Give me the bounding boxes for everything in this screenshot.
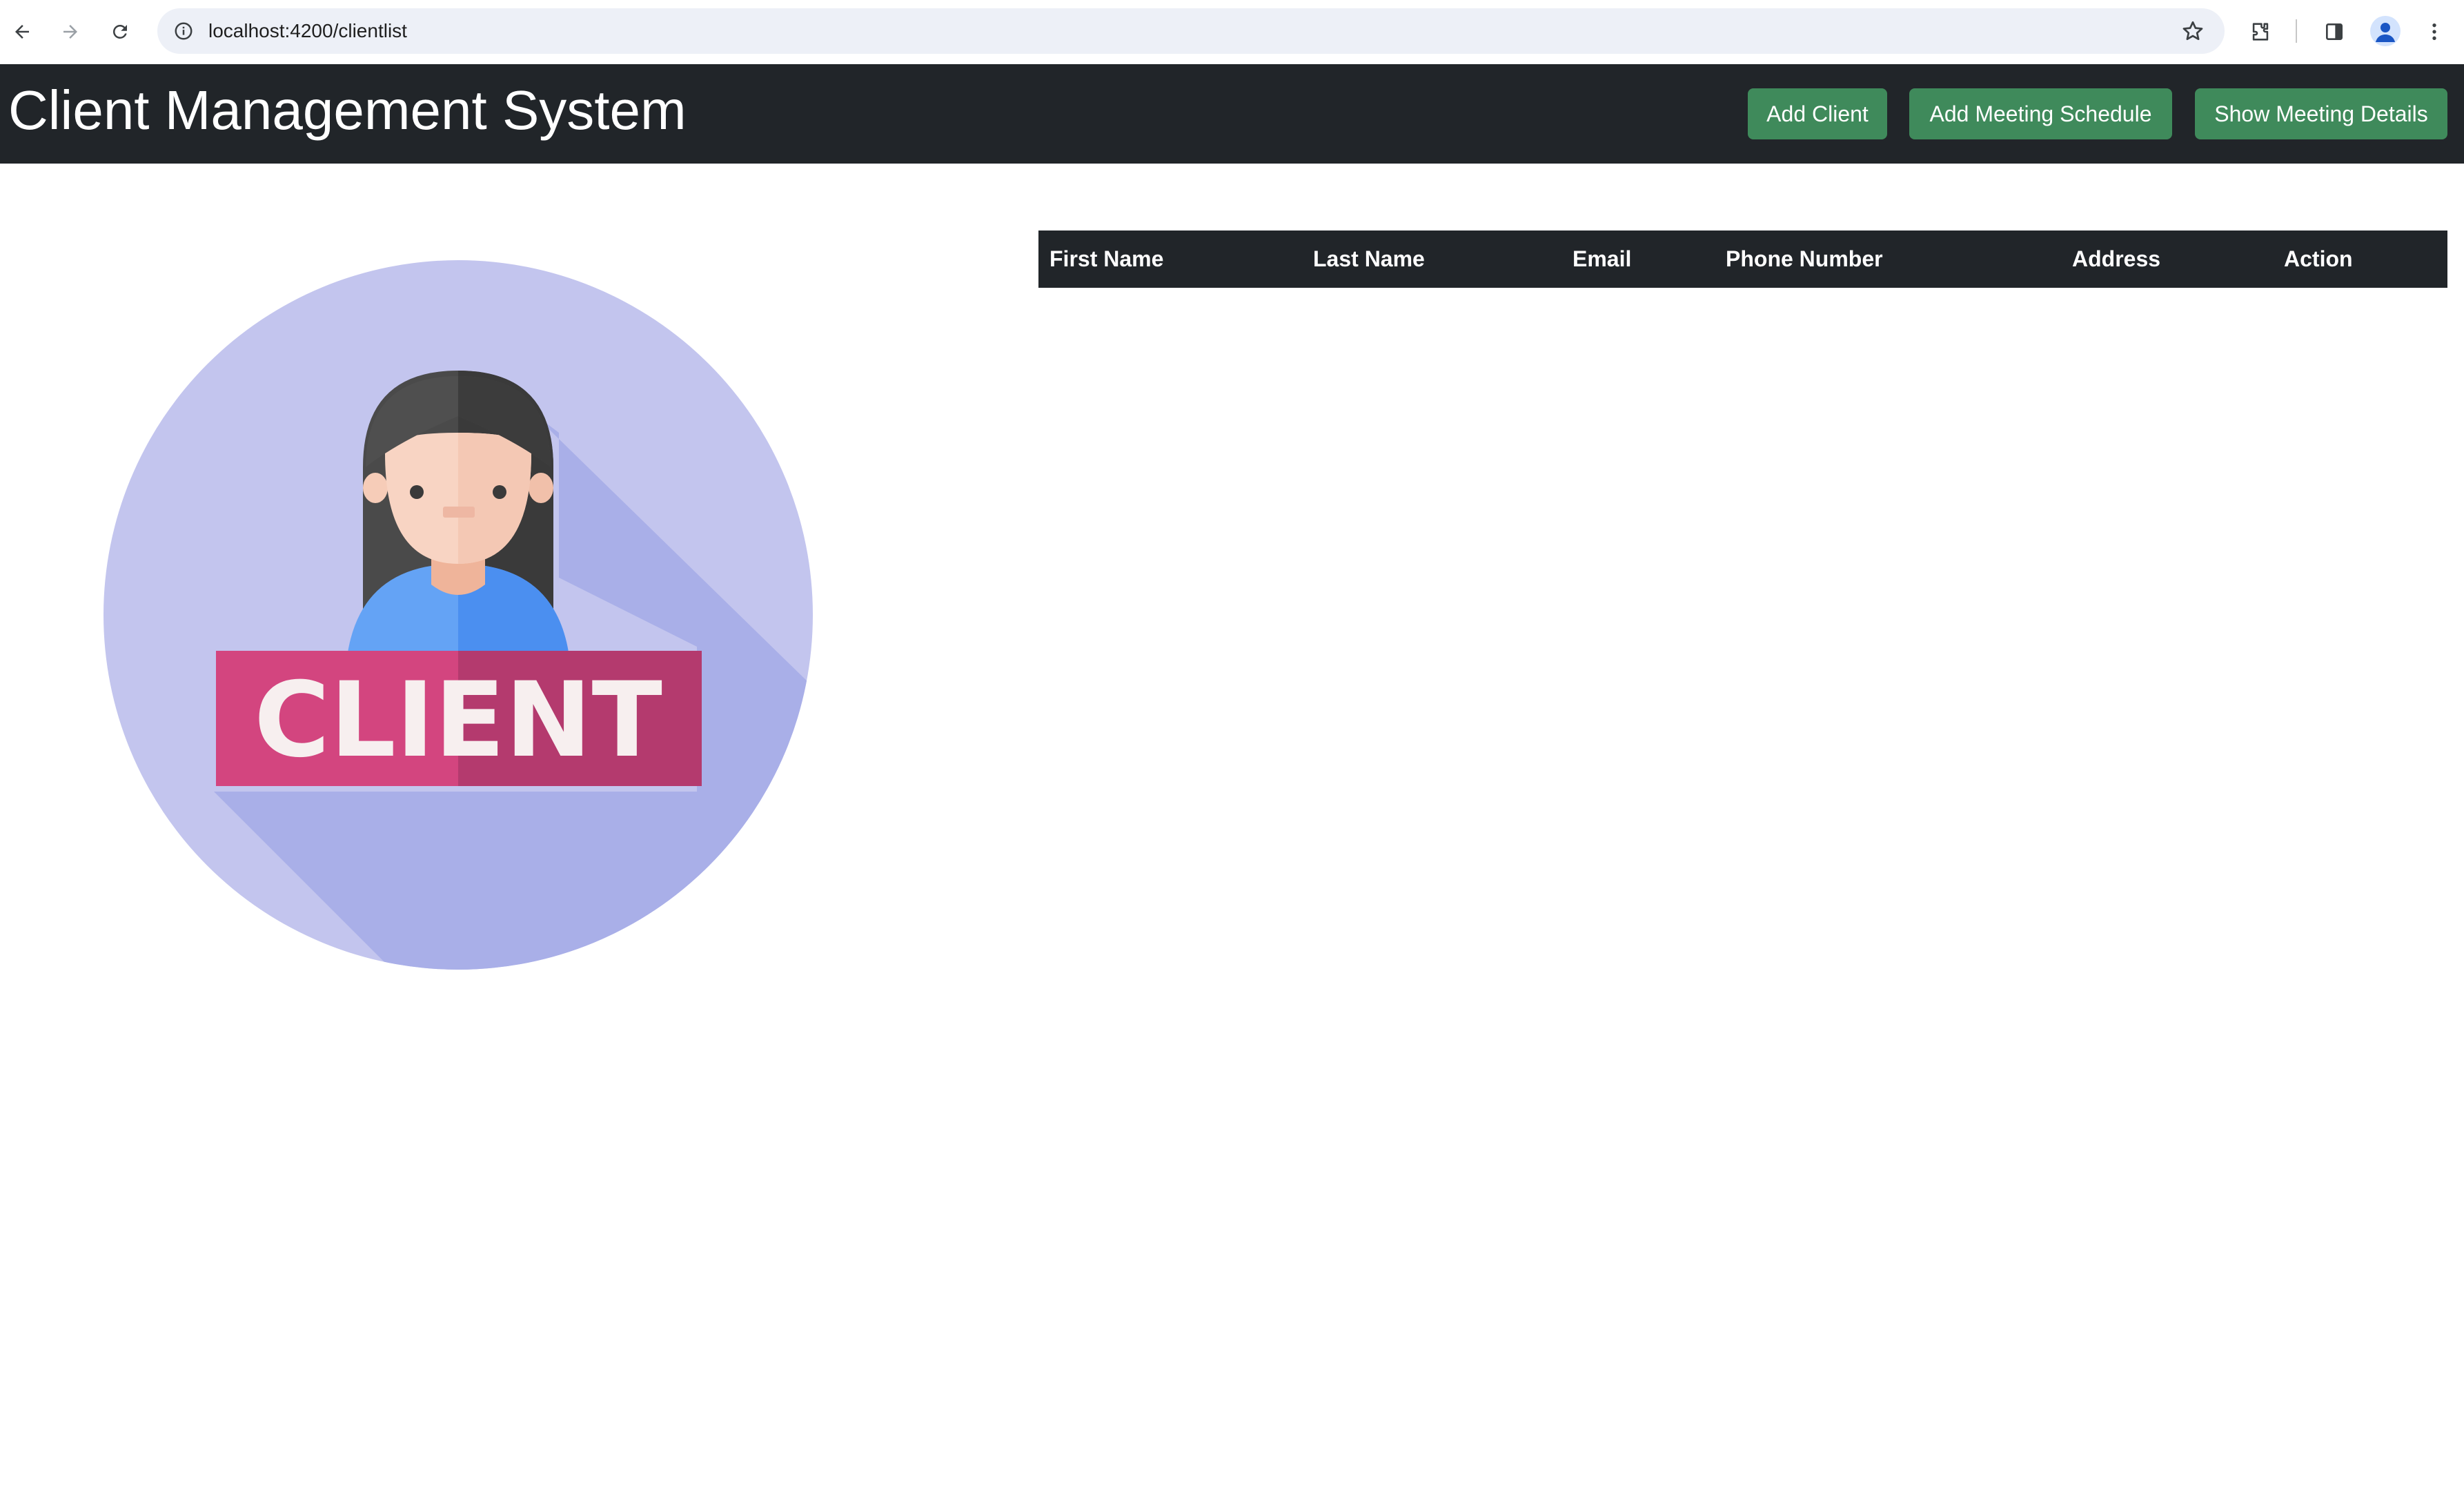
column-header-last-name: Last Name xyxy=(1313,246,1425,271)
client-illustration: CLIENT xyxy=(104,260,813,970)
app-navbar: Client Management System Add Client Add … xyxy=(0,64,2464,164)
eye-icon xyxy=(410,485,424,499)
column-header-address: Address xyxy=(2072,246,2161,271)
address-bar[interactable]: localhost:4200/clientlist xyxy=(157,8,2225,54)
show-meeting-details-button[interactable]: Show Meeting Details xyxy=(2195,88,2447,139)
toolbar-divider xyxy=(2296,19,2297,43)
add-meeting-schedule-button[interactable]: Add Meeting Schedule xyxy=(1909,88,2172,139)
page-title[interactable]: Client Management System xyxy=(8,64,687,157)
url-text[interactable]: localhost:4200/clientlist xyxy=(208,8,407,54)
back-arrow-icon[interactable] xyxy=(6,15,39,48)
reload-icon[interactable] xyxy=(104,15,137,48)
kebab-menu-icon[interactable] xyxy=(2418,15,2451,48)
forward-arrow-icon[interactable] xyxy=(54,15,87,48)
table-header-row: First Name Last Name Email Phone Number … xyxy=(1038,231,2447,288)
side-panel-icon[interactable] xyxy=(2318,15,2351,48)
column-header-phone-number: Phone Number xyxy=(1726,246,1883,271)
bookmark-star-icon[interactable] xyxy=(2180,19,2205,43)
client-table: First Name Last Name Email Phone Number … xyxy=(1038,231,2447,288)
add-client-button[interactable]: Add Client xyxy=(1748,88,1887,139)
column-header-action: Action xyxy=(2284,246,2353,271)
profile-avatar-icon[interactable] xyxy=(2370,16,2401,46)
column-header-email: Email xyxy=(1573,246,1632,271)
browser-toolbar: localhost:4200/clientlist xyxy=(0,0,2464,63)
site-info-icon[interactable] xyxy=(171,19,196,43)
column-header-first-name: First Name xyxy=(1049,246,1164,271)
extensions-icon[interactable] xyxy=(2244,15,2277,48)
client-banner-text: CLIENT xyxy=(254,660,662,781)
